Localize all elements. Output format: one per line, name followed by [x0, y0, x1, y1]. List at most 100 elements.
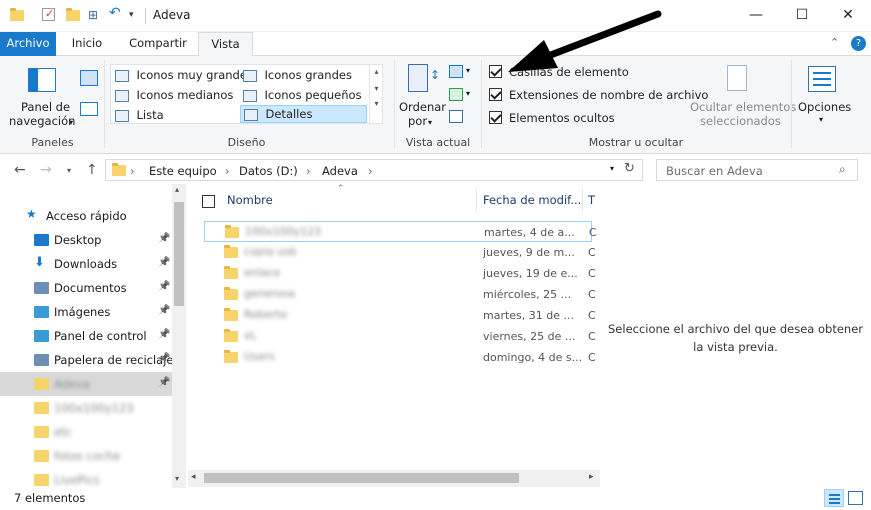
nav-item[interactable]: 100x100y123 [0, 396, 172, 420]
breadcrumb-datos[interactable]: Datos (D:) [239, 164, 298, 178]
refresh-icon[interactable]: ↻ [624, 161, 635, 176]
pin-icon[interactable]: 📌 [158, 353, 170, 364]
hidden-items-checkbox[interactable] [489, 111, 502, 124]
table-row[interactable]: Roberto martes, 31 de ... C [204, 305, 596, 326]
scroll-left-icon[interactable]: ◂ [191, 472, 196, 482]
pin-icon[interactable]: 📌 [158, 377, 170, 388]
hide-selected-icon[interactable] [727, 65, 747, 91]
tab-vista[interactable]: Vista [198, 32, 253, 57]
horizontal-scroll-thumb[interactable] [204, 473, 519, 483]
nav-item[interactable]: etc [0, 420, 172, 444]
group-by-icon[interactable] [449, 65, 463, 78]
nav-item[interactable]: LivePics [0, 468, 172, 488]
recent-locations-icon[interactable]: ▾ [67, 166, 71, 175]
sort-by-label[interactable]: Ordenar [399, 100, 446, 114]
column-header-name[interactable]: Nombre [227, 193, 273, 207]
properties-icon[interactable]: ✓ [42, 7, 55, 21]
nav-item[interactable]: fotos coche [0, 444, 172, 468]
rename-icon[interactable]: ⊞ [88, 8, 102, 22]
nav-item[interactable]: Documentos 📌 [0, 276, 172, 300]
navigation-pane-label[interactable]: Panel de [21, 100, 70, 114]
new-folder-icon[interactable] [66, 8, 80, 22]
customize-toolbar-icon[interactable]: ▾ [129, 10, 143, 24]
up-arrow-icon[interactable]: ↑ [86, 162, 98, 178]
select-all-checkbox[interactable] [202, 195, 215, 208]
column-header-type[interactable]: T [588, 193, 595, 207]
scroll-right-icon[interactable]: ▸ [589, 472, 594, 482]
chevron-down-icon[interactable]: ▾ [69, 118, 73, 127]
breadcrumb-este-equipo[interactable]: Este equipo [149, 164, 217, 178]
shortcut-folder-icon [224, 266, 238, 279]
hide-selected-label[interactable]: Ocultar elementos [690, 100, 796, 114]
nav-item[interactable]: ★ Acceso rápido [0, 204, 172, 228]
nav-item[interactable]: Panel de control 📌 [0, 324, 172, 348]
preview-pane-icon[interactable] [80, 70, 98, 86]
scroll-down-icon[interactable]: ▾ [175, 474, 179, 483]
pin-icon[interactable]: 📌 [158, 305, 170, 316]
large-icons-view-button[interactable] [848, 491, 863, 505]
layout-option-large[interactable]: Iconos grandes [243, 68, 352, 82]
nav-item[interactable]: Adeva 📌 [0, 372, 172, 396]
chevron-down-icon[interactable]: ▾ [466, 66, 470, 75]
nav-item[interactable]: ⬇ Downloads 📌 [0, 252, 172, 276]
layout-scroll[interactable]: ▴ ▾ ▾ [369, 65, 383, 123]
layout-option-list[interactable]: Lista [115, 108, 164, 122]
hide-selected-label-2[interactable]: seleccionados [700, 114, 781, 128]
pin-icon[interactable]: 📌 [158, 233, 170, 244]
chevron-down-icon[interactable]: ▾ [610, 164, 614, 173]
help-icon[interactable]: ? [851, 36, 866, 51]
details-view-button[interactable] [824, 489, 844, 507]
minimize-button[interactable]: — [733, 0, 779, 30]
table-row[interactable]: 100x100y123 martes, 4 de a... C [204, 221, 597, 242]
table-row[interactable]: xL viernes, 25 de ... C [204, 326, 596, 347]
column-header-date[interactable]: Fecha de modif... [483, 193, 581, 207]
maximize-button[interactable]: ☐ [779, 0, 825, 30]
details-pane-icon[interactable] [80, 102, 98, 116]
back-arrow-icon[interactable]: ← [14, 162, 26, 178]
add-columns-icon[interactable] [449, 88, 463, 101]
close-button[interactable]: ✕ [825, 0, 871, 30]
pin-icon[interactable]: 📌 [158, 281, 170, 292]
forward-arrow-icon[interactable]: → [40, 162, 52, 178]
nav-item[interactable]: Imágenes 📌 [0, 300, 172, 324]
layout-option-small[interactable]: Iconos pequeños [243, 88, 362, 102]
divider [481, 60, 482, 148]
search-input[interactable]: Buscar en Adeva ⌕ [656, 159, 858, 181]
sort-by-icon[interactable]: ↕ [408, 64, 440, 94]
nav-item-label: etc [54, 425, 72, 439]
table-row[interactable]: generosa miércoles, 25 ... C [204, 284, 596, 305]
folder-icon [224, 308, 238, 321]
tab-archivo[interactable]: Archivo [0, 32, 56, 56]
table-row[interactable]: enlace jueves, 19 de e... C [204, 263, 596, 284]
undo-icon[interactable]: ↶ [109, 5, 123, 21]
chevron-down-icon[interactable]: ▾ [466, 89, 470, 98]
tab-inicio[interactable]: Inicio [62, 32, 112, 56]
pin-icon[interactable]: 📌 [158, 329, 170, 340]
navigation-pane-icon[interactable] [28, 68, 56, 92]
file-date: martes, 31 de ... [483, 309, 575, 322]
address-bar[interactable]: › Este equipo › Datos (D:) › Adeva › ▾ ↻ [105, 159, 643, 181]
chevron-down-icon[interactable]: ▾ [819, 115, 823, 124]
nav-item[interactable]: Desktop 📌 [0, 228, 172, 252]
layout-option-details[interactable]: Detalles [240, 105, 367, 123]
file-extensions-label[interactable]: Extensiones de nombre de archivo [509, 88, 708, 102]
collapse-ribbon-icon[interactable]: ⌃ [830, 36, 839, 49]
hidden-items-label[interactable]: Elementos ocultos [509, 111, 615, 125]
table-row[interactable]: Users domingo, 4 de s... C [204, 347, 596, 368]
navigation-pane-label-2[interactable]: navegación [9, 114, 75, 128]
nav-scroll-thumb[interactable] [174, 202, 184, 306]
layout-option-extra-large[interactable]: Iconos muy grandes [115, 68, 253, 82]
options-label[interactable]: Opciones [798, 100, 851, 114]
tab-compartir[interactable]: Compartir [122, 32, 194, 56]
options-icon[interactable] [808, 66, 836, 92]
nav-item[interactable]: Papelera de reciclaje 📌 [0, 348, 173, 372]
chevron-down-icon[interactable]: ▾ [428, 118, 432, 127]
layout-option-medium[interactable]: Iconos medianos [115, 88, 233, 102]
size-columns-icon[interactable] [449, 110, 463, 123]
sort-by-label-2[interactable]: por [408, 114, 427, 128]
table-row[interactable]: copia usb jueves, 9 de m... C [204, 242, 596, 263]
file-extensions-checkbox[interactable] [489, 88, 502, 101]
pin-icon[interactable]: 📌 [158, 257, 170, 268]
breadcrumb-adeva[interactable]: Adeva [322, 164, 358, 178]
scroll-up-icon[interactable]: ▴ [175, 185, 179, 194]
